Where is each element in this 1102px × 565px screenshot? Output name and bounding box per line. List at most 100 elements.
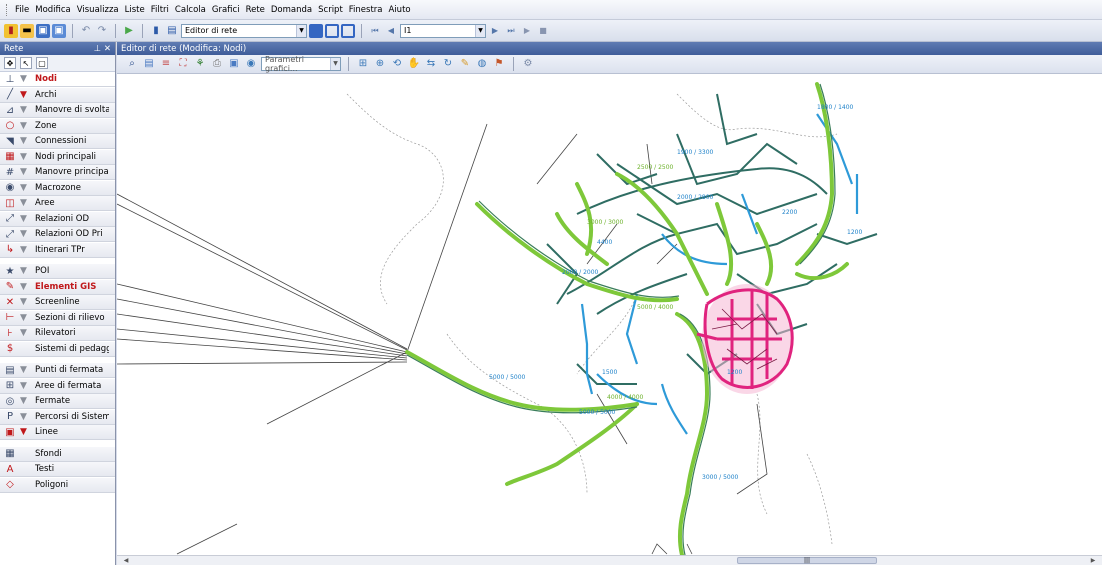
redo-icon[interactable]: ↷	[95, 24, 109, 38]
layer-item[interactable]: ◎ ▼ Fermate	[0, 394, 115, 409]
select-tool-icon[interactable]: ↖	[20, 57, 32, 69]
filter-icon[interactable]: ▼	[20, 427, 30, 437]
layer-item[interactable]: ⊢ ▼ Sezioni di rilievo	[0, 310, 115, 326]
move-tool-icon[interactable]: ✥	[4, 57, 16, 69]
filter-icon[interactable]: ▼	[20, 105, 30, 115]
menu-aiuto[interactable]: Aiuto	[386, 5, 414, 15]
redraw-icon[interactable]: ↻	[441, 57, 455, 71]
menu-calcola[interactable]: Calcola	[172, 5, 209, 15]
options-icon[interactable]: ⚙	[521, 57, 535, 71]
filter-icon[interactable]: ▼	[20, 229, 30, 239]
next-record-icon[interactable]: ▶	[488, 24, 502, 38]
layer-item[interactable]: ▤ ▼ Punti di fermata	[0, 363, 115, 378]
new-file-icon[interactable]: ▮	[4, 23, 18, 38]
filter-icon[interactable]: ▼	[20, 396, 30, 406]
globe-icon[interactable]: ◉	[244, 57, 258, 71]
panel-pin-close-icon[interactable]: ⊥ ✕	[90, 44, 111, 54]
filter-icon[interactable]: ▼	[20, 282, 30, 292]
route-search-icon[interactable]: ⚘	[193, 57, 207, 71]
menu-script[interactable]: Script	[315, 5, 346, 15]
network-map-canvas[interactable]: 5000 / 5000 5000 / 5000 4000 / 4000 2500…	[117, 74, 1102, 555]
layer-item[interactable]: ★ ▼ POI	[0, 264, 115, 279]
layer-item[interactable]: # ▼ Manovre principali	[0, 165, 115, 180]
layer-item[interactable]: ✎ ▼ Elementi GIS	[0, 279, 115, 295]
spatial-select-icon[interactable]: ◍	[475, 57, 489, 71]
filter-icon[interactable]: ▼	[20, 328, 30, 338]
filter-icon[interactable]: ▼	[20, 183, 30, 193]
save-icon[interactable]: ▣	[36, 23, 50, 38]
menu-grafici[interactable]: Grafici	[209, 5, 243, 15]
bookmark-icon[interactable]: ⚑	[492, 57, 506, 71]
layer-item[interactable]: ◇ Poligoni	[0, 477, 115, 493]
filter-icon[interactable]: ▼	[20, 245, 30, 255]
filter-icon[interactable]: ▼	[20, 121, 30, 131]
prev-record-icon[interactable]: ◀	[384, 24, 398, 38]
layer-item[interactable]: $ Sistemi di pedaggio	[0, 341, 115, 357]
map-horizontal-scrollbar[interactable]: ◀ ||| ▶	[117, 555, 1102, 565]
previous-view-icon[interactable]: ⟲	[390, 57, 404, 71]
layer-item[interactable]: ⤢ ▼ Relazioni OD Pri	[0, 227, 115, 242]
menu-finestra[interactable]: Finestra	[346, 5, 386, 15]
filter-icon[interactable]: ▼	[20, 313, 30, 323]
layer-item[interactable]: ○ ▼ Zone	[0, 118, 115, 134]
binoculars-icon[interactable]: ⌕	[125, 57, 139, 71]
filter-icon[interactable]: ▼	[20, 214, 30, 224]
menu-visualizza[interactable]: Visualizza	[74, 5, 122, 15]
menu-file[interactable]: File	[12, 5, 32, 15]
layer-item[interactable]: ⤢ ▼ Relazioni OD	[0, 211, 115, 227]
save-as-icon[interactable]: ▣	[52, 23, 66, 38]
filter-icon[interactable]: ▼	[20, 74, 30, 84]
layer-item[interactable]: ↳ ▼ Itinerari TPr	[0, 242, 115, 258]
filter-node-icon[interactable]: ⛶	[176, 57, 190, 71]
procedure-icon[interactable]: ▮	[149, 24, 163, 38]
filter-icon[interactable]: ▼	[20, 136, 30, 146]
last-record-icon[interactable]: ⏭	[504, 24, 518, 38]
graphic-params-icon[interactable]: ▤	[165, 24, 179, 38]
mode-select[interactable]: Editor di rete ▼	[181, 23, 307, 38]
image-icon[interactable]: ▣	[227, 57, 241, 71]
measure-icon[interactable]: ✎	[458, 57, 472, 71]
first-record-icon[interactable]: ⏮	[368, 24, 382, 38]
play-icon[interactable]: ▶	[520, 24, 534, 38]
stop-icon[interactable]: ■	[536, 24, 550, 38]
print-icon[interactable]: ⎙	[210, 57, 224, 71]
window-layout-2-icon[interactable]	[325, 23, 339, 38]
layer-item[interactable]: ◥ ▼ Connessioni	[0, 134, 115, 149]
list-icon[interactable]: ▤	[142, 57, 156, 71]
layer-item[interactable]: ⊦ ▼ Rilevatori	[0, 326, 115, 341]
window-layout-3-icon[interactable]	[341, 23, 355, 38]
layer-item[interactable]: ▦ ▼ Nodi principali	[0, 149, 115, 165]
network-map[interactable]: 5000 / 5000 5000 / 5000 4000 / 4000 2500…	[117, 74, 1102, 555]
menu-rete[interactable]: Rete	[243, 5, 268, 15]
window-layout-1-icon[interactable]	[309, 23, 323, 38]
zoom-all-icon[interactable]: ⊞	[356, 57, 370, 71]
filter-icon[interactable]: ▼	[20, 90, 30, 100]
zoom-in-icon[interactable]: ⊕	[373, 57, 387, 71]
menu-domanda[interactable]: Domanda	[268, 5, 315, 15]
filter-icon[interactable]: ▼	[20, 152, 30, 162]
scenario-select[interactable]: I1 ▼	[400, 23, 486, 38]
scrollbar-thumb[interactable]: |||	[737, 557, 877, 564]
pan-icon[interactable]: ✋	[407, 57, 421, 71]
insert-tool-icon[interactable]: ▢	[36, 57, 48, 69]
layer-item[interactable]: ⊿ ▼ Manovre di svolta	[0, 103, 115, 118]
filter-icon[interactable]: ▼	[20, 381, 30, 391]
filter-icon[interactable]: ▼	[20, 266, 30, 276]
next-view-icon[interactable]: ⇆	[424, 57, 438, 71]
scroll-right-icon[interactable]: ▶	[1088, 556, 1098, 565]
filter-icon[interactable]: ▼	[20, 412, 30, 422]
menu-grip[interactable]	[6, 3, 9, 16]
undo-icon[interactable]: ↶	[79, 24, 93, 38]
layer-item[interactable]: ⊥ ▼ Nodi	[0, 72, 115, 87]
layer-item[interactable]: ╱ ▼ Archi	[0, 87, 115, 103]
menu-liste[interactable]: Liste	[122, 5, 148, 15]
layer-item[interactable]: ▦ Sfondi	[0, 446, 115, 462]
layers-icon[interactable]: ≡	[159, 57, 173, 71]
filter-icon[interactable]: ▼	[20, 167, 30, 177]
run-icon[interactable]: ▶	[122, 24, 136, 38]
layer-item[interactable]: ◫ ▼ Aree	[0, 196, 115, 211]
menu-filtri[interactable]: Filtri	[148, 5, 172, 15]
graphics-select[interactable]: Parametri grafici... ▼	[261, 55, 341, 73]
open-folder-icon[interactable]: ▬	[20, 23, 34, 38]
layer-item[interactable]: ⊞ ▼ Aree di fermata	[0, 378, 115, 394]
